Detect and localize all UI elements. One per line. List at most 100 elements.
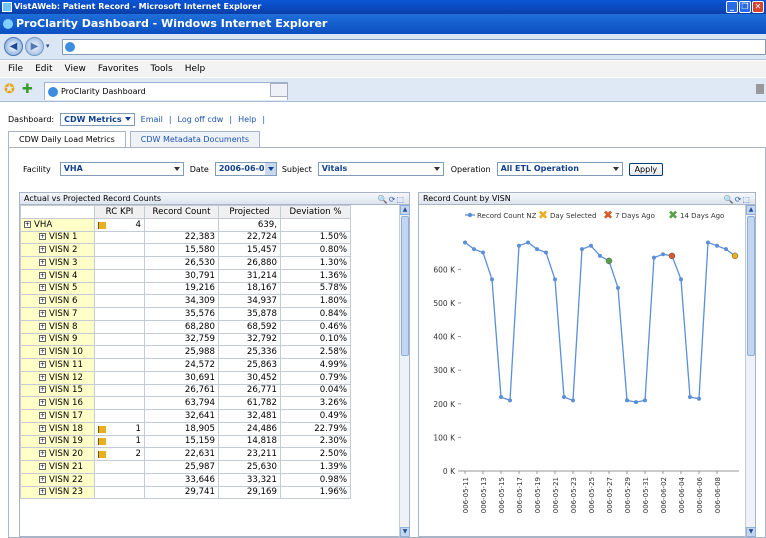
table-row[interactable]: + VISN 9 32,759 32,792 0.10% <box>20 332 351 347</box>
expand-icon[interactable]: + <box>39 475 46 483</box>
table-row[interactable]: + VISN 21 25,987 25,630 1.39% <box>20 460 351 474</box>
favorites-star-icon[interactable]: ✪ <box>4 82 15 97</box>
menu-edit[interactable]: Edit <box>35 61 52 77</box>
minimize-button[interactable]: _ <box>726 1 738 13</box>
scroll-up-icon[interactable]: ▲ <box>400 205 410 215</box>
col-projected[interactable]: Projected <box>218 205 281 219</box>
menu-file[interactable]: File <box>8 61 23 77</box>
facility-select[interactable]: VHA <box>59 162 184 176</box>
table-row[interactable]: + VISN 15 26,761 26,771 0.04% <box>20 383 351 398</box>
expand-icon[interactable]: + <box>39 488 46 496</box>
operation-select[interactable]: All ETL Operation <box>496 162 623 176</box>
row-header[interactable]: + VISN 6 <box>20 294 95 308</box>
row-header[interactable]: + VISN 23 <box>20 485 95 500</box>
table-row[interactable]: + VHA 4 639, <box>20 217 351 232</box>
table-row[interactable]: + VISN 5 19,216 18,167 5.78% <box>20 281 351 296</box>
table-row[interactable]: + VISN 23 29,741 29,169 1.96% <box>20 485 351 500</box>
chart-vertical-scrollbar[interactable]: ▲ ▼ <box>745 205 756 537</box>
menu-favorites[interactable]: Favorites <box>98 61 139 77</box>
back-arrow-icon[interactable]: ◀ <box>4 37 23 56</box>
restore-button[interactable]: ❐ <box>739 1 751 13</box>
row-header[interactable]: + VISN 9 <box>20 332 95 347</box>
subject-select[interactable]: Vitals <box>317 162 444 176</box>
row-header[interactable]: + VISN 7 <box>20 307 95 321</box>
table-row[interactable]: + VISN 2 15,580 15,457 0.80% <box>20 243 351 257</box>
address-input[interactable] <box>62 39 766 55</box>
email-link[interactable]: Email <box>141 115 163 124</box>
table-row[interactable]: + VISN 12 30,691 30,452 0.79% <box>20 370 351 385</box>
forward-arrow-icon[interactable]: ▶ <box>25 37 44 56</box>
row-header[interactable]: + VISN 10 <box>20 345 95 359</box>
expand-icon[interactable]: + <box>39 284 46 292</box>
col-deviation[interactable]: Deviation % <box>280 205 351 219</box>
dashboard-select[interactable]: CDW Metrics <box>60 112 135 126</box>
row-header[interactable]: + VISN 16 <box>20 396 95 410</box>
table-row[interactable]: + VISN 6 34,309 34,937 1.80% <box>20 294 351 308</box>
logoff-link[interactable]: Log off cdw <box>178 115 224 124</box>
row-header[interactable]: + VISN 2 <box>20 243 95 257</box>
table-row[interactable]: + VISN 7 35,576 35,878 0.84% <box>20 307 351 321</box>
expand-icon[interactable]: + <box>39 437 46 445</box>
expand-icon[interactable]: + <box>39 360 46 368</box>
table-row[interactable]: + VISN 17 32,641 32,481 0.49% <box>20 409 351 423</box>
table-row[interactable]: + VISN 22 33,646 33,321 0.98% <box>20 472 351 487</box>
expand-icon[interactable]: + <box>39 297 46 305</box>
history-dropdown-icon[interactable]: ▾ <box>46 42 50 50</box>
home-icon[interactable] <box>756 84 764 94</box>
table-row[interactable]: + VISN 4 30,791 31,214 1.36% <box>20 268 351 283</box>
menu-help[interactable]: Help <box>185 61 206 77</box>
expand-icon[interactable]: + <box>39 258 46 266</box>
row-header[interactable]: + VISN 17 <box>20 409 95 423</box>
row-header[interactable]: + VISN 5 <box>20 281 95 296</box>
help-link[interactable]: Help <box>238 115 256 124</box>
row-header[interactable]: + VISN 1 <box>20 230 95 245</box>
expand-icon[interactable]: + <box>39 246 46 254</box>
row-header[interactable]: + VISN 21 <box>20 460 95 474</box>
expand-icon[interactable]: + <box>39 373 46 381</box>
menu-tools[interactable]: Tools <box>151 61 173 77</box>
table-row[interactable]: + VISN 1 22,383 22,724 1.50% <box>20 230 351 245</box>
table-row[interactable]: + VISN 8 68,280 68,592 0.46% <box>20 319 351 334</box>
close-button[interactable]: ✕ <box>752 1 764 13</box>
table-row[interactable]: + VISN 3 26,530 26,880 1.30% <box>20 256 351 270</box>
chart-scroll-up-icon[interactable]: ▲ <box>746 205 756 215</box>
col-record-count[interactable]: Record Count <box>144 205 219 219</box>
table-row[interactable]: + VISN 10 25,988 25,336 2.58% <box>20 345 351 359</box>
expand-icon[interactable]: + <box>39 309 46 317</box>
expand-icon[interactable]: + <box>39 399 46 407</box>
expand-icon[interactable]: + <box>39 450 46 458</box>
row-header[interactable]: + VISN 20 <box>20 447 95 461</box>
row-header[interactable]: + VISN 18 <box>20 421 95 436</box>
table-row[interactable]: + VISN 20 2 22,631 23,211 2.50% <box>20 447 351 461</box>
expand-icon[interactable]: + <box>39 386 46 394</box>
row-header[interactable]: + VHA <box>20 217 95 232</box>
date-select[interactable]: 2006-06-09 <box>214 162 277 176</box>
table-row[interactable]: + VISN 16 63,794 61,782 3.26% <box>20 396 351 410</box>
row-header[interactable]: + VISN 12 <box>20 370 95 385</box>
expand-icon[interactable]: + <box>39 424 46 432</box>
row-header[interactable]: + VISN 8 <box>20 319 95 334</box>
row-header[interactable]: + VISN 3 <box>20 256 95 270</box>
browser-tab[interactable]: ProClarity Dashboard <box>44 82 288 100</box>
col-rc-kpi[interactable]: RC KPI <box>94 205 145 219</box>
table-row[interactable]: + VISN 11 24,572 25,863 4.99% <box>20 358 351 372</box>
expand-icon[interactable]: + <box>39 335 46 343</box>
expand-icon[interactable]: + <box>39 411 46 419</box>
row-header[interactable]: + VISN 4 <box>20 268 95 283</box>
expand-icon[interactable]: + <box>39 322 46 330</box>
expand-icon[interactable]: + <box>39 348 46 356</box>
grid-vertical-scrollbar[interactable]: ▲ ▼ <box>399 205 410 537</box>
row-header[interactable]: + VISN 15 <box>20 383 95 398</box>
menu-view[interactable]: View <box>65 61 86 77</box>
table-row[interactable]: + VISN 19 1 15,159 14,818 2.30% <box>20 434 351 449</box>
expand-icon[interactable]: + <box>39 271 46 279</box>
chart-scroll-thumb[interactable] <box>747 216 755 356</box>
scroll-down-icon[interactable]: ▼ <box>400 527 410 537</box>
row-header[interactable]: + VISN 22 <box>20 472 95 487</box>
expand-icon[interactable]: + <box>24 220 31 228</box>
apply-button[interactable]: Apply <box>628 162 664 176</box>
expand-icon[interactable]: + <box>39 462 46 470</box>
chart-scroll-down-icon[interactable]: ▼ <box>746 527 756 537</box>
table-row[interactable]: + VISN 18 1 18,905 24,486 22.79% <box>20 421 351 436</box>
expand-icon[interactable]: + <box>39 233 46 241</box>
